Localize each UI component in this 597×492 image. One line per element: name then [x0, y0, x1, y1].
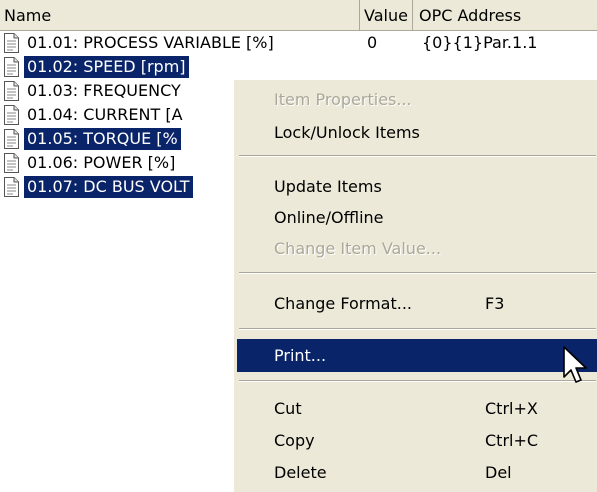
menu-separator — [239, 380, 596, 382]
menu-item-label: Delete — [274, 463, 327, 482]
menu-separator — [239, 328, 596, 330]
menu-item-change-format[interactable]: Change Format... F3 — [237, 287, 597, 320]
item-opc-address: {0}{1}Par.1.1 — [422, 33, 538, 52]
context-menu: Item Properties... Lock/Unlock Items Upd… — [233, 79, 597, 492]
mouse-pointer-icon — [562, 345, 592, 389]
menu-item-label: Print... — [274, 346, 327, 365]
column-header-opc-address[interactable]: OPC Address — [413, 0, 597, 30]
menu-item-item-properties[interactable]: Item Properties... — [237, 83, 597, 116]
item-value: 0 — [367, 33, 378, 52]
menu-item-label: Update Items — [274, 177, 382, 196]
document-icon — [3, 33, 20, 53]
menu-item-cut[interactable]: Cut Ctrl+X — [237, 392, 597, 425]
menu-separator — [239, 272, 596, 274]
menu-item-delete[interactable]: Delete Del — [237, 456, 597, 489]
menu-item-label: Online/Offline — [274, 208, 384, 227]
item-name: 01.07: DC BUS VOLT — [24, 176, 193, 198]
menu-item-label: Change Item Value... — [274, 239, 442, 258]
document-icon — [3, 57, 20, 77]
menu-item-update-items[interactable]: Update Items — [237, 170, 597, 203]
menu-item-copy[interactable]: Copy Ctrl+C — [237, 424, 597, 457]
document-icon — [3, 177, 20, 197]
item-name: 01.01: PROCESS VARIABLE [%] — [27, 33, 274, 52]
menu-item-label: Lock/Unlock Items — [274, 123, 420, 142]
list-header: Name Value OPC Address — [0, 0, 597, 31]
column-header-name[interactable]: Name — [0, 0, 360, 30]
document-icon — [3, 153, 20, 173]
menu-separator — [239, 155, 596, 157]
menu-item-label: Cut — [274, 399, 302, 418]
item-name: 01.06: POWER [%] — [27, 153, 176, 172]
item-name: 01.02: SPEED [rpm] — [24, 56, 189, 78]
item-name: 01.05: TORQUE [% — [24, 128, 181, 150]
document-icon — [3, 81, 20, 101]
menu-item-shortcut: Ctrl+X — [485, 399, 538, 418]
document-icon — [3, 129, 20, 149]
menu-item-lock-unlock[interactable]: Lock/Unlock Items — [237, 116, 597, 149]
column-header-value[interactable]: Value — [360, 0, 413, 30]
menu-item-shortcut: F3 — [485, 294, 505, 313]
menu-item-online-offline[interactable]: Online/Offline — [237, 201, 597, 234]
menu-item-change-item-value[interactable]: Change Item Value... — [237, 232, 597, 265]
menu-item-label: Item Properties... — [274, 90, 412, 109]
menu-item-label: Change Format... — [274, 294, 412, 313]
item-name: 01.03: FREQUENCY — [27, 81, 181, 100]
item-name: 01.04: CURRENT [A — [27, 105, 183, 124]
menu-item-shortcut: Ctrl+C — [485, 431, 539, 450]
menu-item-print[interactable]: Print... — [237, 339, 597, 372]
document-icon — [3, 105, 20, 125]
menu-item-shortcut: Del — [485, 463, 512, 482]
list-item[interactable]: 01.02: SPEED [rpm] — [0, 55, 597, 79]
list-item[interactable]: 01.01: PROCESS VARIABLE [%] 0 {0}{1}Par.… — [0, 31, 597, 55]
menu-item-label: Copy — [274, 431, 315, 450]
